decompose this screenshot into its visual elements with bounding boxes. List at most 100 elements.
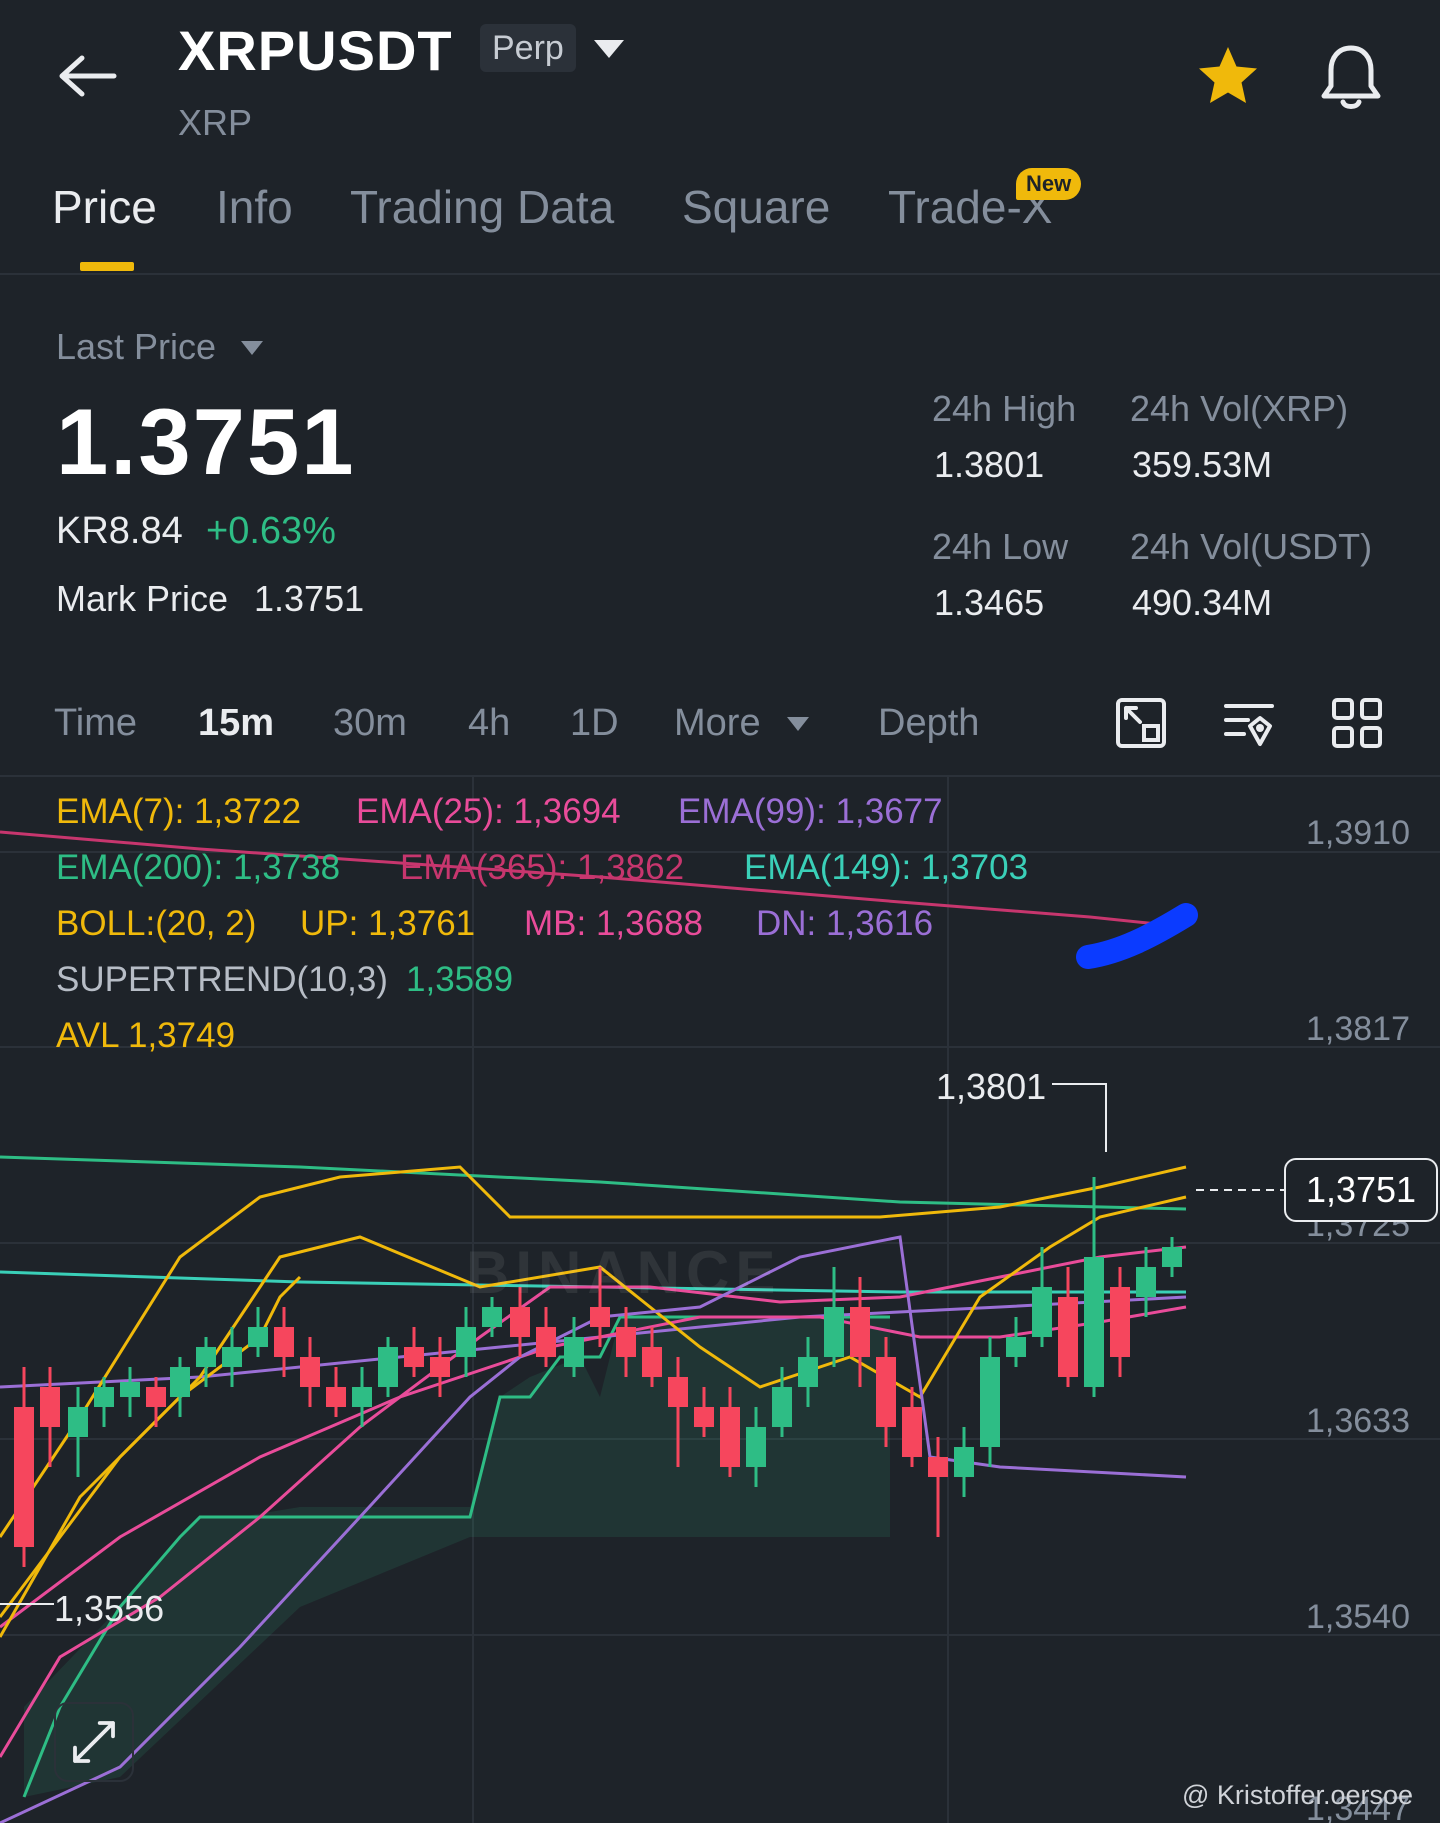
depth-tab[interactable]: Depth <box>878 702 979 745</box>
stat-24h-vol-quote-value: 490.34M <box>1132 582 1273 623</box>
candle-body <box>1162 1247 1182 1267</box>
candle-body <box>146 1387 166 1407</box>
candle-body <box>668 1377 688 1407</box>
interval-time[interactable]: Time <box>54 702 137 745</box>
back-arrow-icon[interactable] <box>58 52 118 100</box>
candle-body <box>590 1307 610 1327</box>
boll-mb-legend: MB: 1,3688 <box>524 904 703 943</box>
candle-body <box>248 1327 268 1347</box>
candle-body <box>746 1427 766 1467</box>
mark-price-value: 1.3751 <box>254 578 365 619</box>
tab-divider <box>0 273 1440 275</box>
candle-body <box>564 1337 584 1367</box>
stat-24h-vol-quote-label: 24h Vol(USDT) <box>1130 526 1373 567</box>
ema7-legend: EMA(7): 1,3722 <box>56 792 302 831</box>
tab-square[interactable]: Square <box>682 180 830 234</box>
base-asset-label: XRP <box>178 102 253 143</box>
candle-body <box>274 1327 294 1357</box>
candle-body <box>326 1387 346 1407</box>
grid-layout-icon[interactable] <box>1330 696 1384 750</box>
active-tab-indicator <box>80 262 134 271</box>
stat-24h-low-label: 24h Low <box>932 526 1069 567</box>
supertrend-label: SUPERTREND(10,3) <box>56 960 388 999</box>
mark-price-label: Mark Price <box>56 578 229 619</box>
candle-body <box>40 1387 60 1427</box>
interval-4h[interactable]: 4h <box>468 702 510 745</box>
supertrend-value: 1,3589 <box>406 960 514 999</box>
caret-down-icon[interactable] <box>786 716 810 732</box>
candle-body <box>120 1382 140 1397</box>
candle-body <box>1032 1287 1052 1337</box>
candle-body <box>170 1367 190 1397</box>
stat-24h-high-value: 1.3801 <box>934 444 1045 485</box>
favorite-star-icon[interactable] <box>1196 44 1260 108</box>
boll-legend: BOLL:(20, 2) <box>56 904 257 943</box>
candle-body <box>404 1347 424 1367</box>
ema365-legend: EMA(365): 1,3862 <box>400 848 685 887</box>
candle-body <box>352 1387 372 1407</box>
interval-30m[interactable]: 30m <box>333 702 407 745</box>
interval-15m[interactable]: 15m <box>198 702 274 745</box>
candle-body <box>510 1307 530 1337</box>
symbol-title[interactable]: XRPUSDT <box>178 18 453 83</box>
bell-icon[interactable] <box>1318 42 1384 112</box>
candle-body <box>616 1327 636 1357</box>
candle-body <box>1084 1257 1104 1387</box>
candle-body <box>720 1407 740 1467</box>
high-marker-leader <box>1052 1083 1107 1152</box>
stat-24h-low-value: 1.3465 <box>934 582 1045 623</box>
last-price-value: 1.3751 <box>56 389 356 494</box>
boll-up-legend: UP: 1,3761 <box>300 904 476 943</box>
candle-body <box>798 1357 818 1387</box>
ema149-legend: EMA(149): 1,3703 <box>744 848 1029 887</box>
credit-watermark: @ Kristoffer.oersoe <box>1182 1780 1414 1810</box>
binance-watermark: BINANCE <box>466 1239 782 1306</box>
price-change-percent: +0.63% <box>206 510 336 552</box>
candle-body <box>642 1347 662 1377</box>
candle-body <box>68 1407 88 1437</box>
candle-body <box>222 1347 242 1367</box>
candle-body <box>378 1347 398 1387</box>
candle-body <box>1058 1297 1078 1377</box>
chevron-down-icon[interactable] <box>592 38 626 60</box>
candle-body <box>928 1457 948 1477</box>
interval-more[interactable]: More <box>674 702 761 745</box>
indicator-settings-icon[interactable] <box>1222 696 1276 750</box>
interval-1d[interactable]: 1D <box>570 702 619 745</box>
y-axis-tick: 1,3633 <box>1306 1402 1410 1440</box>
ema99-legend: EMA(99): 1,3677 <box>678 792 943 831</box>
caret-down-icon[interactable] <box>240 340 264 356</box>
tab-trading-data[interactable]: Trading Data <box>350 180 614 234</box>
fullscreen-chart-icon[interactable] <box>1114 696 1168 750</box>
stat-24h-high-label: 24h High <box>932 388 1077 429</box>
ema200-legend: EMA(200): 1,3738 <box>56 848 341 887</box>
tab-info[interactable]: Info <box>216 180 293 234</box>
expand-chart-icon[interactable] <box>54 1702 134 1782</box>
candle-body <box>430 1357 450 1377</box>
avl-legend: AVL 1,3749 <box>56 1016 236 1055</box>
contract-type-badge[interactable]: Perp <box>480 24 576 72</box>
high-price-marker: 1,3801 <box>936 1066 1047 1107</box>
y-axis-tick: 1,3540 <box>1306 1598 1410 1636</box>
candle-body <box>14 1407 34 1547</box>
boll-dn-legend: DN: 1,3616 <box>756 904 934 943</box>
stat-24h-vol-base-label: 24h Vol(XRP) <box>1130 388 1349 429</box>
current-price-tag[interactable]: 1,3751 <box>1284 1158 1438 1222</box>
fiat-price: KR8.84 <box>56 510 183 552</box>
tab-price[interactable]: Price <box>52 180 157 234</box>
candle-body <box>1110 1287 1130 1357</box>
candle-body <box>196 1347 216 1367</box>
candle-body <box>902 1407 922 1457</box>
candle-body <box>850 1307 870 1357</box>
candle-body <box>772 1387 792 1427</box>
last-price-selector[interactable]: Last Price <box>56 326 216 368</box>
ema200-line <box>0 1155 1187 1211</box>
candle-body <box>694 1407 714 1427</box>
candle-body <box>824 1307 844 1357</box>
candle-body <box>1006 1337 1026 1357</box>
candle-body <box>94 1387 114 1407</box>
candle-body <box>1136 1267 1156 1297</box>
y-axis-tick: 1,3817 <box>1306 1010 1410 1048</box>
candle-body <box>456 1327 476 1357</box>
candle-body <box>876 1357 896 1427</box>
